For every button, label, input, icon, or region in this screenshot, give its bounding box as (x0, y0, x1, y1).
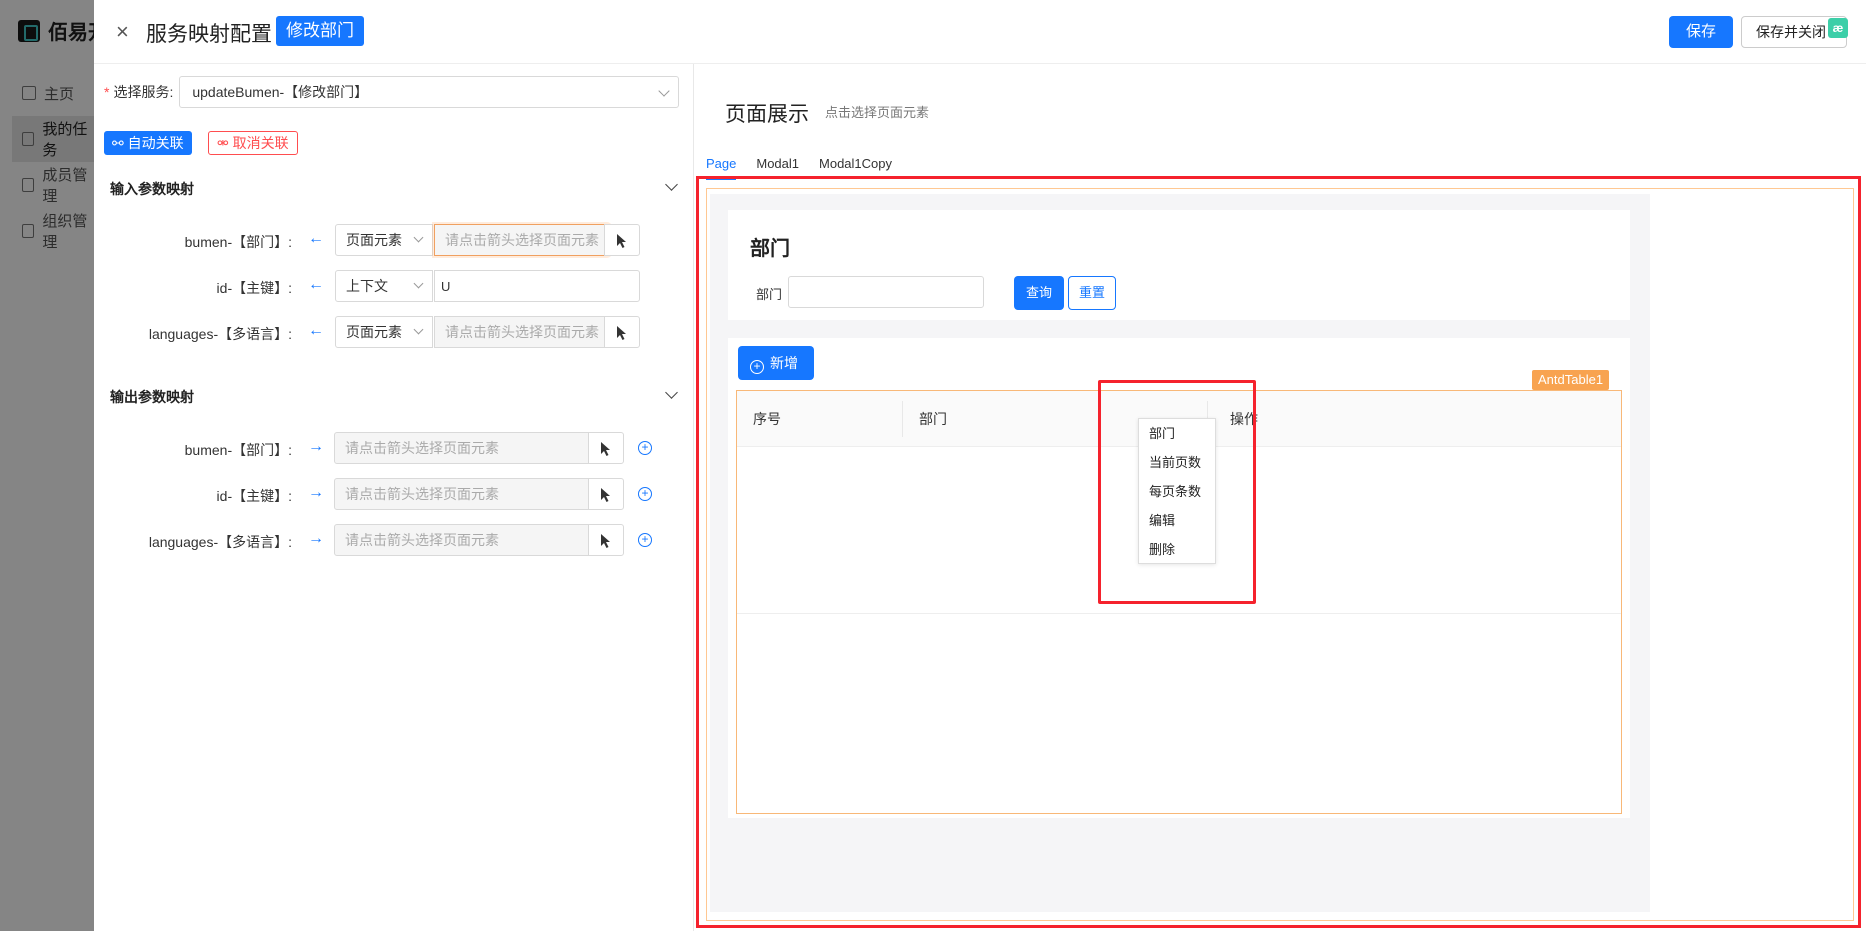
source-select[interactable]: 上下文 (335, 270, 433, 302)
output-element-input[interactable]: 请点击箭头选择页面元素 (334, 432, 590, 464)
config-drawer: × 服务映射配置 修改部门 保存 保存并关闭 æ * 选择服务: updateB… (94, 0, 1866, 931)
output-element-input[interactable]: 请点击箭头选择页面元素 (334, 478, 590, 510)
arrow-right-icon: → (308, 438, 324, 455)
chevron-down-icon[interactable] (665, 386, 678, 399)
input-section-title: 输入参数映射 (110, 181, 194, 197)
arrow-left-icon: ← (308, 276, 324, 293)
output-param-label: id-【主键】: (216, 488, 292, 504)
output-element-input[interactable]: 请点击箭头选择页面元素 (334, 524, 590, 556)
cancel-link-button[interactable]: ⚮ 取消关联 (208, 131, 298, 155)
pick-element-button[interactable] (588, 432, 624, 464)
unlink-icon: ⚮ (217, 135, 233, 151)
page-preview-panel: 页面展示 点击选择页面元素 Page Modal1 Modal1Copy 部门 … (694, 64, 1866, 931)
arrow-right-icon: → (308, 530, 324, 547)
chevron-down-icon (413, 324, 424, 335)
close-icon[interactable]: × (116, 20, 136, 44)
output-param-label: bumen-【部门】: (184, 442, 292, 458)
input-param-label: bumen-【部门】: (184, 234, 292, 250)
menu-item-page-size[interactable]: 每页条数 (1139, 477, 1215, 506)
service-row: * 选择服务: updateBumen-【修改部门】 (104, 76, 680, 108)
service-select[interactable]: updateBumen-【修改部门】 (179, 76, 680, 108)
preview-subtitle: 点击选择页面元素 (825, 105, 930, 120)
page-element-input[interactable]: 请点击箭头选择页面元素 (434, 224, 610, 256)
pick-element-button[interactable] (588, 478, 624, 510)
pick-element-button[interactable] (604, 224, 640, 256)
source-select[interactable]: 页面元素 (335, 224, 433, 256)
cursor-icon (601, 534, 610, 548)
cursor-icon (617, 326, 626, 340)
menu-item-current-page[interactable]: 当前页数 (1139, 448, 1215, 477)
context-textarea[interactable]: U (434, 270, 640, 302)
menu-item-edit[interactable]: 编辑 (1139, 506, 1215, 535)
cursor-icon (617, 234, 626, 248)
save-button[interactable]: 保存 (1669, 16, 1733, 48)
menu-item-bumen[interactable]: 部门 (1139, 419, 1215, 448)
ae-extension-icon[interactable]: æ (1828, 18, 1848, 38)
add-circle-icon[interactable]: + (638, 441, 652, 455)
drawer-header: × 服务映射配置 修改部门 保存 保存并关闭 æ (94, 0, 1866, 64)
title-tag: 修改部门 (276, 16, 364, 46)
chevron-down-icon (413, 278, 424, 289)
arrow-right-icon: → (308, 484, 324, 501)
selection-highlight-box (696, 176, 1861, 928)
pick-element-button[interactable] (588, 524, 624, 556)
element-context-menu: 部门 当前页数 每页条数 编辑 删除 (1138, 418, 1216, 564)
output-section-title: 输出参数映射 (110, 389, 194, 405)
chevron-down-icon[interactable] (665, 178, 678, 191)
arrow-left-icon: ← (308, 322, 324, 339)
cursor-icon (601, 488, 610, 502)
chevron-down-icon (658, 85, 671, 97)
input-param-label: languages-【多语言】: (148, 326, 292, 342)
arrow-left-icon: ← (308, 230, 324, 247)
auto-link-button[interactable]: ⚯ 自动关联 (104, 131, 192, 155)
add-circle-icon[interactable]: + (638, 487, 652, 501)
menu-item-delete[interactable]: 删除 (1139, 535, 1215, 564)
input-param-label: id-【主键】: (216, 280, 292, 296)
required-mark: * (104, 84, 110, 100)
page-element-input[interactable]: 请点击箭头选择页面元素 (434, 316, 610, 348)
pick-element-button[interactable] (604, 316, 640, 348)
link-icon: ⚯ (112, 135, 128, 151)
preview-title: 页面展示 (725, 103, 809, 126)
chevron-down-icon (413, 232, 424, 243)
output-param-label: languages-【多语言】: (148, 534, 292, 550)
source-select[interactable]: 页面元素 (335, 316, 433, 348)
add-circle-icon[interactable]: + (638, 533, 652, 547)
drawer-title: 服务映射配置 (146, 23, 272, 46)
mapping-panel: * 选择服务: updateBumen-【修改部门】 ⚯ 自动关联 ⚮ 取消关联… (94, 64, 694, 931)
service-label: 选择服务: (113, 84, 174, 100)
cursor-icon (601, 442, 610, 456)
